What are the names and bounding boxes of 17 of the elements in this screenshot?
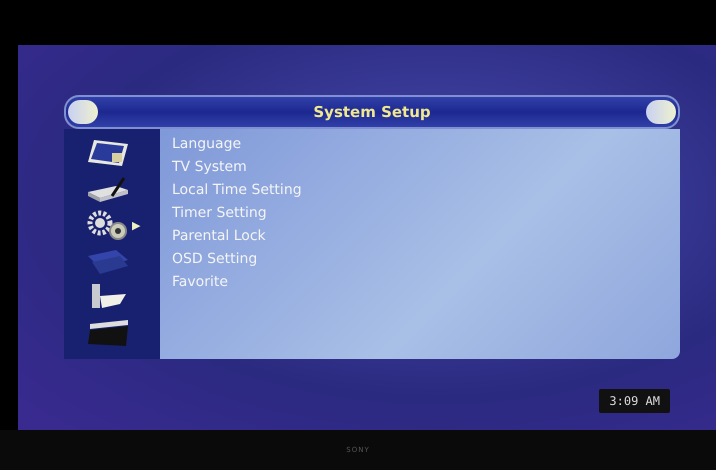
menu-item[interactable]: Local Time Setting [172, 179, 668, 202]
menu-item[interactable]: Language [172, 133, 668, 156]
title-bar-end-cap [68, 100, 98, 124]
selection-arrow: ▶ [132, 218, 140, 232]
menu-item[interactable]: Favorite [172, 271, 668, 294]
menu-title: System Setup [313, 103, 431, 121]
menu-item[interactable]: OSD Setting [172, 248, 668, 271]
menu-item[interactable]: TV System [172, 156, 668, 179]
title-bar-end-cap [646, 100, 676, 124]
picture-icon [86, 138, 130, 168]
menu-item[interactable]: Parental Lock [172, 225, 668, 248]
receiver-icon [86, 174, 130, 204]
menu-item[interactable]: Timer Setting [172, 202, 668, 225]
clapperboard-icon [86, 318, 130, 348]
gears-icon [86, 209, 130, 241]
category-item[interactable]: ▶ [64, 207, 160, 243]
clock-display: 3:09 AM [599, 389, 670, 413]
